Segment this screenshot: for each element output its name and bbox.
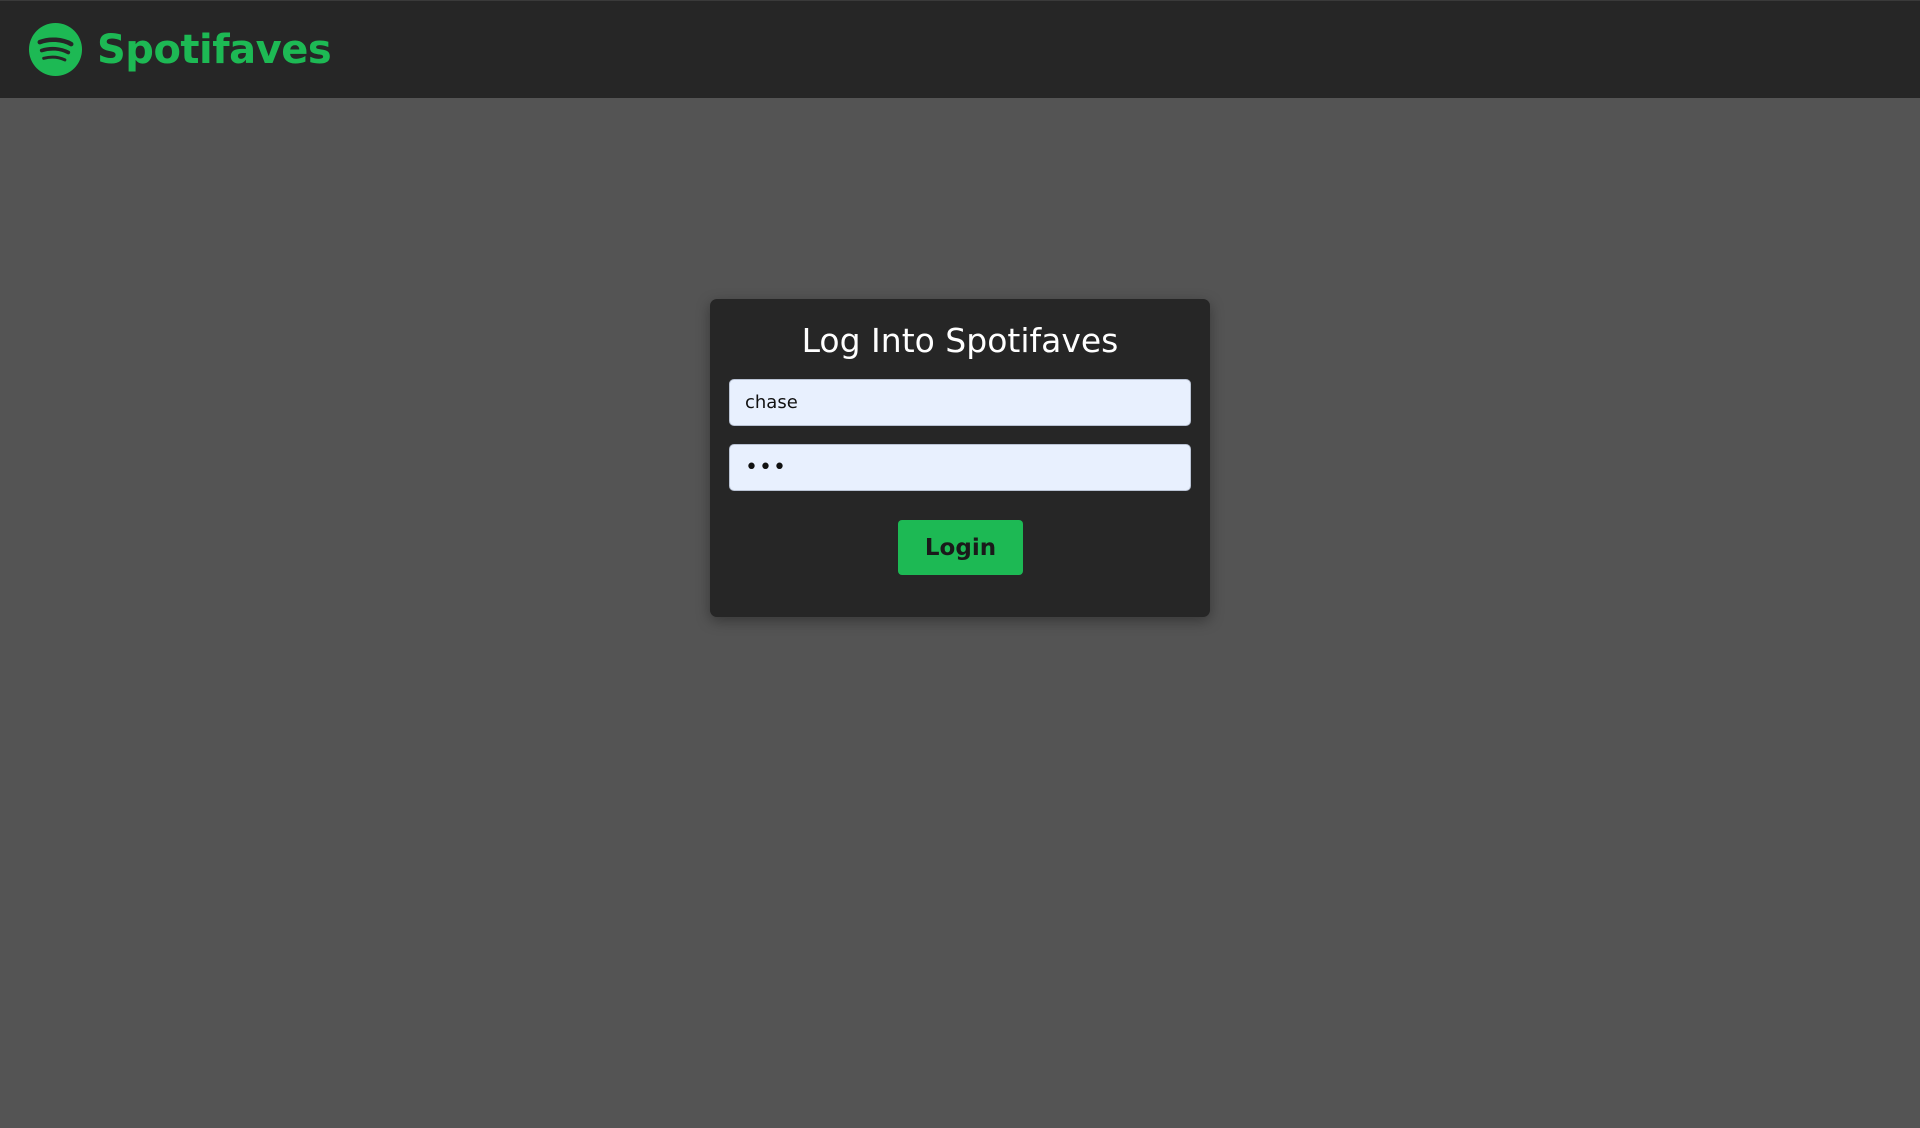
spotify-logo-icon — [28, 22, 83, 77]
login-title: Log Into Spotifaves — [801, 321, 1119, 360]
brand-name: Spotifaves — [97, 26, 332, 73]
login-button[interactable]: Login — [898, 520, 1023, 575]
password-input[interactable] — [729, 444, 1191, 491]
top-navbar: Spotifaves — [0, 0, 1920, 98]
username-input[interactable] — [729, 379, 1191, 426]
login-card: Log Into Spotifaves Login — [710, 299, 1210, 617]
home-logo-link[interactable]: Spotifaves — [28, 22, 332, 77]
